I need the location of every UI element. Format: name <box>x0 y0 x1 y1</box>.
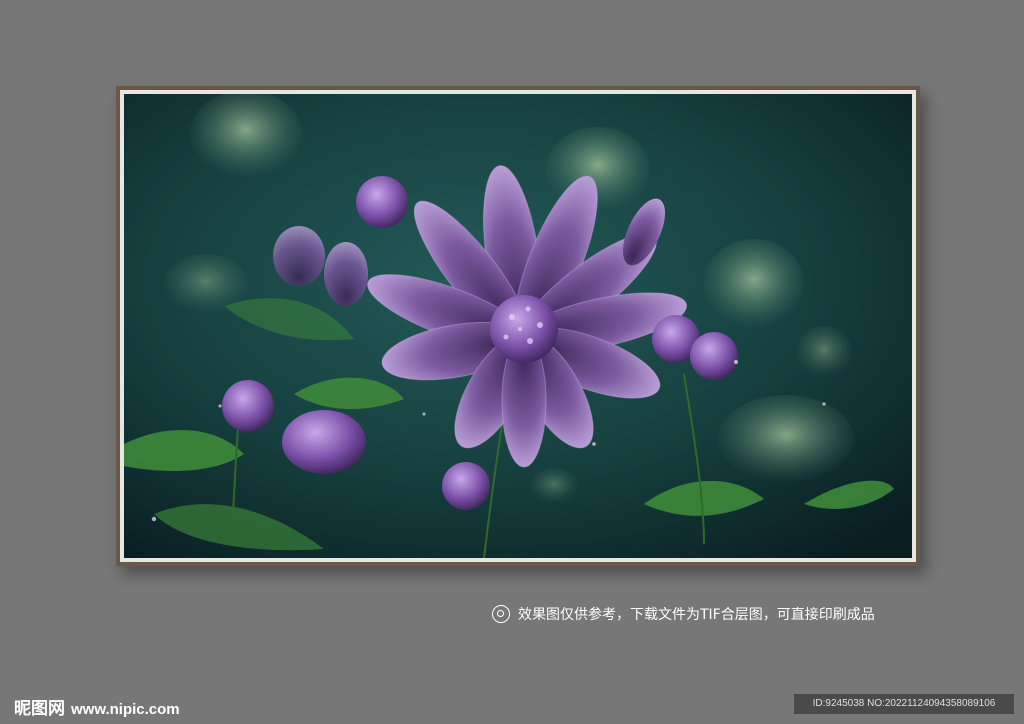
preview-note-text: 效果图仅供参考，下载文件为TIF合层图，可直接印刷成品 <box>518 607 875 623</box>
flower-illustration <box>124 94 912 558</box>
image-id-label: ID:9245038 NO:20221124094358089106 <box>794 694 1014 714</box>
brand-name: 昵图网 <box>14 699 65 719</box>
target-icon <box>492 605 510 623</box>
artwork-image <box>124 94 912 558</box>
site-watermark: 昵图网 www.nipic.com <box>14 694 180 719</box>
preview-note: 效果图仅供参考，下载文件为TIF合层图，可直接印刷成品 <box>492 604 875 624</box>
brand-url: www.nipic.com <box>71 701 180 718</box>
picture-frame <box>116 86 920 566</box>
